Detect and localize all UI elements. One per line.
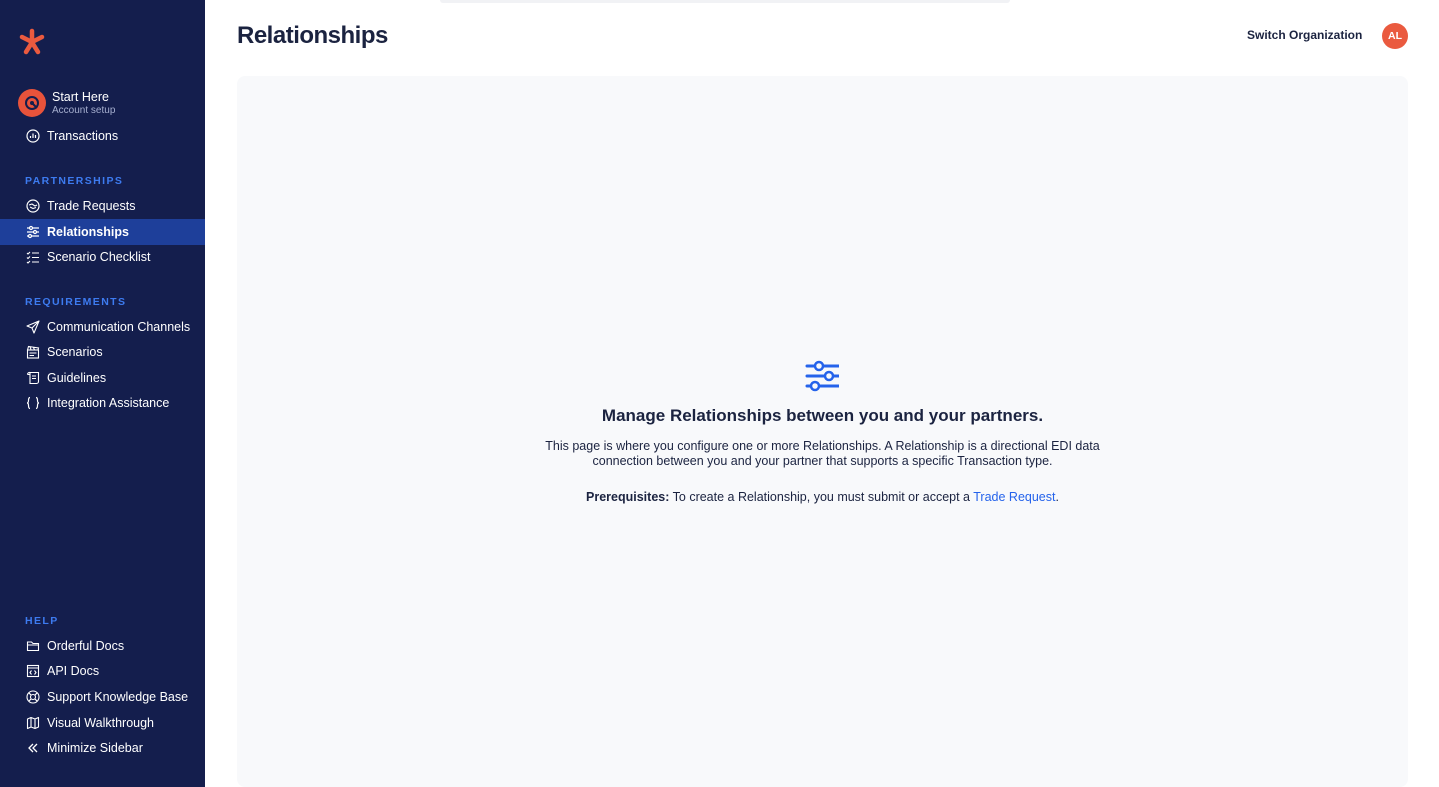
braces-icon [25,395,41,411]
page-title: Relationships [237,22,388,49]
sidebar-item-orderful-docs[interactable]: Orderful Docs [0,633,205,659]
start-here-title: Start Here [52,90,109,104]
sliders-icon [805,360,839,392]
sidebar-item-transactions[interactable]: Transactions [0,123,205,149]
avatar[interactable]: AL [1382,23,1408,49]
sidebar-item-scenarios[interactable]: Scenarios [0,339,205,365]
prerequisites-body: To create a Relationship, you must submi… [669,490,974,504]
sidebar-item-communication-channels[interactable]: Communication Channels [0,314,205,340]
sidebar-item-guidelines[interactable]: Guidelines [0,365,205,391]
checklist-icon [25,249,41,265]
app-window: Start Here Account setup Transactions PA… [0,0,1439,787]
sidebar-item-trade-requests[interactable]: Trade Requests [0,193,205,219]
sidebar-item-label: API Docs [47,664,100,678]
empty-state-card [237,76,1408,787]
code-window-icon [25,663,41,679]
sidebar-item-integration-assistance[interactable]: Integration Assistance [0,390,205,416]
sliders-icon [25,224,41,240]
sidebar-item-label: Orderful Docs [47,639,125,653]
sidebar-item-support-knowledge-base[interactable]: Support Knowledge Base [0,684,205,710]
switch-organization-button[interactable]: Switch Organization [1247,28,1362,42]
sidebar-item-label: Guidelines [47,371,107,385]
prerequisites-end: . [1055,490,1059,504]
sidebar-item-label: Support Knowledge Base [47,690,189,704]
sidebar-item-label: Minimize Sidebar [47,741,143,755]
minimize-sidebar-button[interactable]: Minimize Sidebar [0,735,205,761]
sidebar-item-label: Scenario Checklist [47,250,151,264]
sidebar-item-visual-walkthrough[interactable]: Visual Walkthrough [0,710,205,736]
orderful-logo-icon[interactable] [18,28,46,56]
sidebar-item-api-docs[interactable]: API Docs [0,658,205,684]
section-label-help: HELP [25,615,59,627]
scroll-icon [25,370,41,386]
send-icon [25,319,41,335]
folder-icon [25,638,41,654]
lifebuoy-icon [25,689,41,705]
empty-state-title: Manage Relationships between you and you… [601,406,1044,425]
start-here-subtitle: Account setup [52,105,116,116]
sidebar-item-label: Relationships [47,225,129,239]
section-label-partnerships: PARTNERSHIPS [25,175,124,187]
sidebar-item-start-here[interactable]: Start Here Account setup [18,88,205,118]
double-chevron-left-icon [25,740,41,756]
sidebar: Start Here Account setup Transactions PA… [0,0,205,787]
clapperboard-icon [25,344,41,360]
map-icon [25,715,41,731]
sidebar-item-label: Transactions [47,129,119,143]
sidebar-item-label: Integration Assistance [47,396,170,410]
empty-state-description: This page is where you configure one or … [545,439,1100,468]
prerequisites-label: Prerequisites: [586,490,670,504]
top-edge-shadow [440,0,1010,3]
sidebar-item-label: Scenarios [47,345,103,359]
chart-icon [25,128,41,144]
rocket-icon [18,89,46,117]
sidebar-item-label: Communication Channels [47,320,191,334]
sidebar-item-relationships[interactable]: Relationships [0,219,205,245]
sidebar-item-scenario-checklist[interactable]: Scenario Checklist [0,244,205,270]
sidebar-item-label: Trade Requests [47,199,136,213]
trade-request-link[interactable]: Trade Request [973,490,1055,504]
handshake-icon [25,198,41,214]
prerequisites-text: Prerequisites: To create a Relationship,… [237,490,1408,504]
section-label-requirements: REQUIREMENTS [25,296,127,308]
sidebar-item-label: Visual Walkthrough [47,716,155,730]
